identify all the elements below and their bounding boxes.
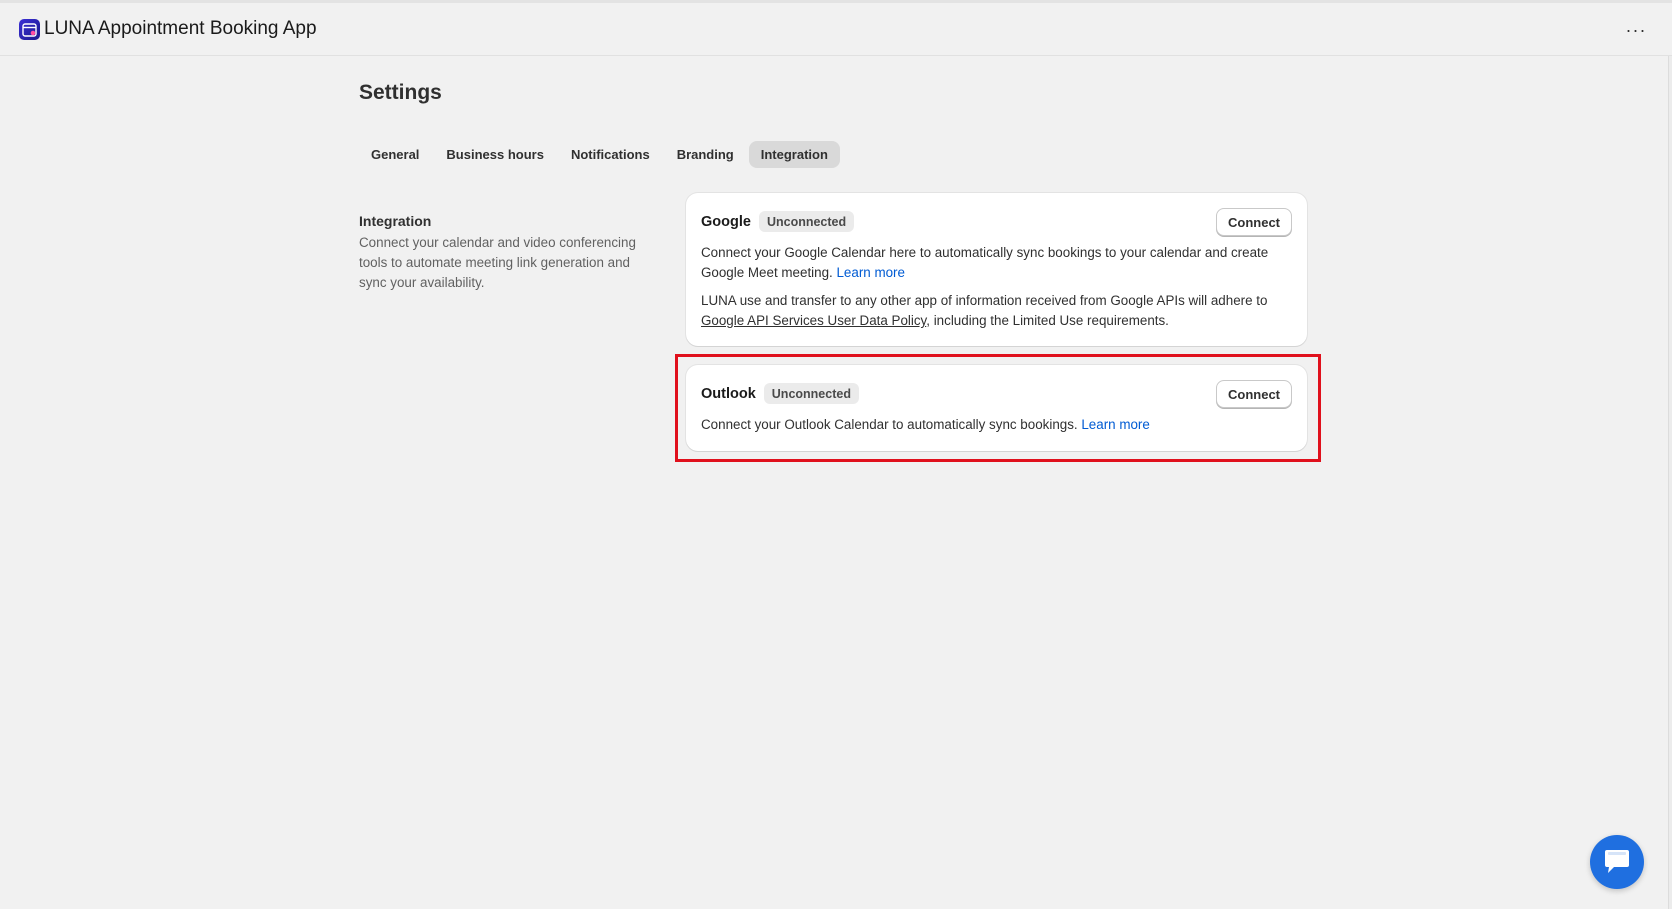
tab-notifications[interactable]: Notifications <box>559 141 662 168</box>
google-name: Google <box>701 213 751 230</box>
section-heading: Integration <box>359 213 432 229</box>
app-viewport: LUNA Appointment Booking App ··· Setting… <box>0 0 1672 909</box>
tab-integration[interactable]: Integration <box>748 141 840 168</box>
page-title: Settings <box>359 81 442 104</box>
chat-support-button[interactable] <box>1590 835 1644 889</box>
google-policy-paragraph: LUNA use and transfer to any other app o… <box>701 291 1292 331</box>
google-card-body: Connect your Google Calendar here to aut… <box>701 243 1292 331</box>
integration-section-info: Integration Connect your calendar and vi… <box>359 213 659 293</box>
google-policy-link[interactable]: Google API Services User Data Policy <box>701 313 926 328</box>
app-title: LUNA Appointment Booking App <box>44 18 317 39</box>
section-description: Connect your calendar and video conferen… <box>359 235 636 290</box>
tab-business-hours[interactable]: Business hours <box>434 141 556 168</box>
google-card-header: Google Unconnected Connect <box>701 208 1292 236</box>
google-description: Connect your Google Calendar here to aut… <box>701 245 1269 280</box>
google-learn-more-link[interactable]: Learn more <box>836 265 904 280</box>
tab-general[interactable]: General <box>359 141 431 168</box>
google-status-badge: Unconnected <box>758 211 855 232</box>
google-connect-button[interactable]: Connect <box>1216 208 1292 236</box>
calendar-app-logo-icon <box>19 19 40 40</box>
app-header: LUNA Appointment Booking App ··· <box>0 0 1672 56</box>
chat-bubble-icon <box>1605 850 1629 873</box>
more-horizontal-icon: ··· <box>1625 19 1647 40</box>
outlook-highlight-box <box>675 354 1321 462</box>
more-options-button[interactable]: ··· <box>1622 17 1650 43</box>
tab-branding[interactable]: Branding <box>665 141 746 168</box>
page-scrollbar[interactable] <box>1668 56 1672 909</box>
google-integration-card: Google Unconnected Connect Connect your … <box>686 193 1307 346</box>
settings-tabs: General Business hours Notifications Bra… <box>359 141 840 168</box>
google-description-paragraph: Connect your Google Calendar here to aut… <box>701 243 1292 283</box>
google-policy-suffix: , including the Limited Use requirements… <box>926 313 1169 328</box>
google-policy-prefix: LUNA use and transfer to any other app o… <box>701 293 1268 308</box>
